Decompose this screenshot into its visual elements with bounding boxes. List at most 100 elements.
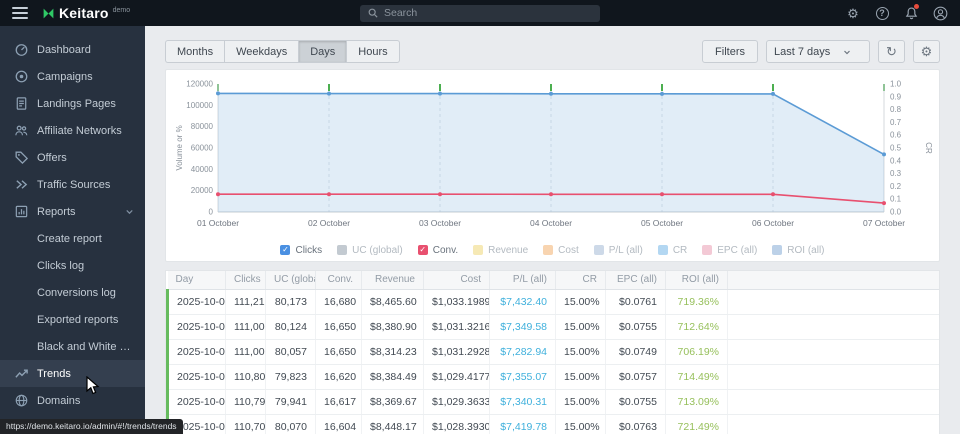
global-search[interactable] [360, 5, 600, 22]
cell-epc: $0.0761 [606, 289, 666, 314]
legend-item-conv[interactable]: ✓ Conv. [418, 245, 458, 256]
filters-button[interactable]: Filters [702, 40, 758, 63]
sidebar-item-reports[interactable]: Reports [0, 198, 145, 225]
svg-text:0.8: 0.8 [890, 105, 902, 114]
view-tab-months[interactable]: Months [165, 40, 224, 63]
cell-roi: 719.36% [666, 289, 728, 314]
legend-swatch-conv: ✓ [418, 245, 428, 255]
col-cr[interactable]: CR [556, 271, 606, 289]
cell-revenue: $8,465.60 [362, 289, 424, 314]
sidebar-item-offers[interactable]: Offers [0, 144, 145, 171]
search-input[interactable] [384, 7, 592, 19]
cell-cost: $1,029.3633 [424, 389, 490, 414]
trends-table-card: DayClicksUC (global)Conv.RevenueCostP/L … [165, 270, 940, 434]
legend-item-epc-all[interactable]: EPC (all) [702, 245, 757, 256]
settings-icon[interactable]: ⚙ [845, 5, 861, 21]
trends-chart-card: 0200004000060000800001000001200000.00.10… [165, 69, 940, 262]
col-filler [728, 271, 940, 289]
col-clicks[interactable]: Clicks [226, 271, 266, 289]
view-tab-weekdays[interactable]: Weekdays [224, 40, 298, 63]
campaigns-icon [14, 69, 29, 84]
cell-roi: 712.64% [666, 314, 728, 339]
cell-uc: 80,057 [266, 339, 316, 364]
cell-clicks: 111,00 [226, 339, 266, 364]
view-tab-hours[interactable]: Hours [346, 40, 399, 63]
legend-swatch-revenue [473, 245, 483, 255]
sidebar-item-create-report[interactable]: Create report [0, 225, 145, 252]
refresh-button[interactable]: ↻ [878, 40, 905, 63]
view-tabs: MonthsWeekdaysDaysHours [165, 40, 400, 63]
app-logo[interactable]: Keitaro demo [42, 5, 130, 22]
cell-conv: 16,617 [316, 389, 362, 414]
col-revenue[interactable]: Revenue [362, 271, 424, 289]
traffic-icon [14, 177, 29, 192]
sidebar-item-traffic-sources[interactable]: Traffic Sources [0, 171, 145, 198]
trends-chart: 0200004000060000800001000001200000.00.10… [172, 74, 932, 238]
table-row: 2025-10-05110,7979,94116,617$8,369.67$1,… [168, 389, 940, 414]
col-day[interactable]: Day [168, 271, 226, 289]
legend-swatch-cr [658, 245, 668, 255]
col-roi-all[interactable]: ROI (all) [666, 271, 728, 289]
cell-cr: 15.00% [556, 389, 606, 414]
main-content: MonthsWeekdaysDaysHours Filters Last 7 d… [145, 26, 960, 434]
user-avatar[interactable] [932, 5, 948, 21]
legend-item-p-l-all[interactable]: P/L (all) [594, 245, 643, 256]
cell-day: 2025-10-04 [168, 364, 226, 389]
svg-text:06 October: 06 October [752, 218, 794, 228]
legend-item-cr[interactable]: CR [658, 245, 687, 256]
svg-text:0.4: 0.4 [890, 156, 902, 165]
toolbar: MonthsWeekdaysDaysHours Filters Last 7 d… [165, 40, 940, 63]
cell-uc: 79,941 [266, 389, 316, 414]
menu-icon[interactable] [12, 7, 28, 19]
sidebar-item-trends[interactable]: Trends [0, 360, 145, 387]
legend-swatch-cost [543, 245, 553, 255]
legend-swatch-uc-global [337, 245, 347, 255]
sidebar-item-clicks-log[interactable]: Clicks log [0, 252, 145, 279]
table-row: 2025-10-02111,0080,12416,650$8,380.90$1,… [168, 314, 940, 339]
cell-day: 2025-10-02 [168, 314, 226, 339]
sidebar-item-campaigns[interactable]: Campaigns [0, 63, 145, 90]
cell-conv: 16,604 [316, 414, 362, 434]
keitaro-logo-icon [42, 7, 55, 20]
cell-day: 2025-10-05 [168, 389, 226, 414]
legend-item-cost[interactable]: Cost [543, 245, 579, 256]
table-row: 2025-10-01111,2180,17316,680$8,465.60$1,… [168, 289, 940, 314]
sidebar-item-exported-reports[interactable]: Exported reports [0, 306, 145, 333]
col-epc-all[interactable]: EPC (all) [606, 271, 666, 289]
svg-text:0: 0 [209, 208, 214, 217]
cell-filler [728, 314, 940, 339]
legend-item-uc-global[interactable]: UC (global) [337, 245, 403, 256]
sidebar-item-conversions-log[interactable]: Conversions log [0, 279, 145, 306]
cell-uc: 79,823 [266, 364, 316, 389]
col-cost[interactable]: Cost [424, 271, 490, 289]
cell-cr: 15.00% [556, 339, 606, 364]
affiliate-icon [14, 123, 29, 138]
cell-epc: $0.0757 [606, 364, 666, 389]
sidebar-item-dashboard[interactable]: Dashboard [0, 36, 145, 63]
notifications-bell-icon[interactable] [903, 5, 919, 21]
col-conv[interactable]: Conv. [316, 271, 362, 289]
legend-item-revenue[interactable]: Revenue [473, 245, 528, 256]
cell-filler [728, 339, 940, 364]
legend-item-clicks[interactable]: ✓ Clicks [280, 245, 322, 256]
sidebar-item-black-and-white-lists[interactable]: Black and White Lists [0, 333, 145, 360]
col-p-l-all[interactable]: P/L (all) [490, 271, 556, 289]
cell-roi: 714.49% [666, 364, 728, 389]
sidebar-item-landings-pages[interactable]: Landings Pages [0, 90, 145, 117]
legend-swatch-clicks: ✓ [280, 245, 290, 255]
help-icon[interactable]: ? [874, 5, 890, 21]
cell-revenue: $8,384.49 [362, 364, 424, 389]
col-uc-global[interactable]: UC (global) [266, 271, 316, 289]
legend-item-roi-all[interactable]: ROI (all) [772, 245, 824, 256]
svg-text:0.7: 0.7 [890, 118, 902, 127]
chart-settings-button[interactable]: ⚙ [913, 40, 940, 63]
cell-conv: 16,650 [316, 314, 362, 339]
date-range-select[interactable]: Last 7 days [766, 40, 870, 63]
sidebar-item-domains[interactable]: Domains [0, 387, 145, 414]
svg-text:120000: 120000 [186, 80, 213, 89]
svg-text:40000: 40000 [191, 165, 214, 174]
cell-cr: 15.00% [556, 314, 606, 339]
cell-clicks: 110,79 [226, 389, 266, 414]
view-tab-days[interactable]: Days [298, 40, 346, 63]
sidebar-item-affiliate-networks[interactable]: Affiliate Networks [0, 117, 145, 144]
